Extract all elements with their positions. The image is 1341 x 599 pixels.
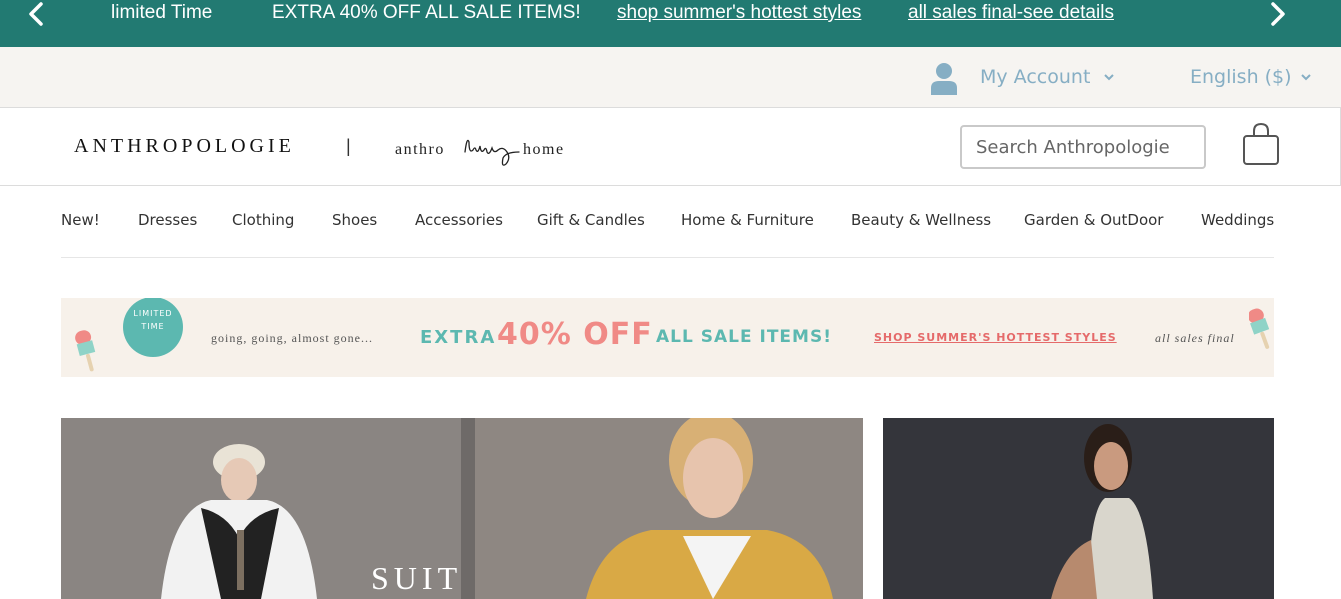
anthropologie-logo[interactable]: ANTHROPOLOGIE: [74, 135, 295, 158]
user-icon[interactable]: [929, 61, 959, 95]
popsicle-icon: [1249, 308, 1270, 349]
popsicle-icon: [75, 330, 96, 372]
badge-line-2: TIME: [141, 322, 165, 331]
nav-item-new[interactable]: New!: [61, 211, 100, 229]
badge-line-1: LIMITED: [133, 309, 173, 318]
shopping-bag-icon[interactable]: [1242, 122, 1280, 166]
hero-photo-right: [883, 418, 1274, 599]
nav-item-home-furniture[interactable]: Home & Furniture: [681, 211, 814, 229]
svg-text:anthro: anthro: [395, 141, 445, 158]
hero-image-suits[interactable]: SUIT: [61, 418, 863, 599]
nav-item-accessories[interactable]: Accessories: [415, 211, 503, 229]
nav-item-weddings[interactable]: Weddings: [1201, 211, 1274, 229]
nav-item-shoes[interactable]: Shoes: [332, 211, 377, 229]
my-account-button[interactable]: My Account: [980, 66, 1090, 88]
promo-offer-text: EXTRA 40% OFF ALL SALE ITEMS!: [272, 2, 581, 23]
banner-extra: EXTRA: [420, 327, 497, 348]
logo-separator: |: [346, 136, 351, 156]
promo-shop-link[interactable]: shop summer's hottest styles: [617, 0, 861, 26]
nav-item-beauty-wellness[interactable]: Beauty & Wellness: [851, 211, 991, 229]
nav-item-gift-candles[interactable]: Gift & Candles: [537, 211, 645, 229]
main-nav: New! Dresses Clothing Shoes Accessories …: [61, 186, 1274, 258]
hero-overlay-text: SUIT: [371, 560, 463, 596]
nav-item-clothing[interactable]: Clothing: [232, 211, 294, 229]
promo-bar: limited Time EXTRA 40% OFF ALL SALE ITEM…: [0, 0, 1341, 47]
nav-item-dresses[interactable]: Dresses: [138, 211, 197, 229]
banner-tagline: going, going, almost gone...: [211, 331, 373, 345]
chevron-down-icon[interactable]: [1300, 71, 1312, 83]
utility-bar: My Account English ($): [0, 47, 1341, 108]
site-header: ANTHROPOLOGIE | anthro home: [0, 108, 1341, 186]
chevron-down-icon[interactable]: [1103, 71, 1115, 83]
svg-text:home: home: [523, 141, 565, 158]
nav-item-garden-outdoor[interactable]: Garden & OutDoor: [1024, 211, 1163, 229]
promo-details-link[interactable]: all sales final-see details: [908, 0, 1114, 26]
chevron-left-icon[interactable]: [16, 0, 56, 28]
banner-final-note: all sales final: [1155, 331, 1235, 345]
banner-percent-off: 40% OFF: [497, 317, 653, 352]
chevron-right-icon[interactable]: [1258, 0, 1298, 28]
promo-limited-text: limited Time: [111, 2, 213, 23]
banner-sale-items: ALL SALE ITEMS!: [656, 327, 832, 347]
banner-shop-link[interactable]: SHOP SUMMER'S HOTTEST STYLES: [874, 331, 1117, 344]
anthro-living-home-logo[interactable]: anthro home: [395, 132, 575, 166]
language-selector[interactable]: English ($): [1190, 66, 1292, 88]
search-input[interactable]: [960, 125, 1206, 169]
sale-banner[interactable]: LIMITED TIME going, going, almost gone..…: [61, 298, 1274, 377]
hero-image-model[interactable]: [883, 418, 1274, 599]
